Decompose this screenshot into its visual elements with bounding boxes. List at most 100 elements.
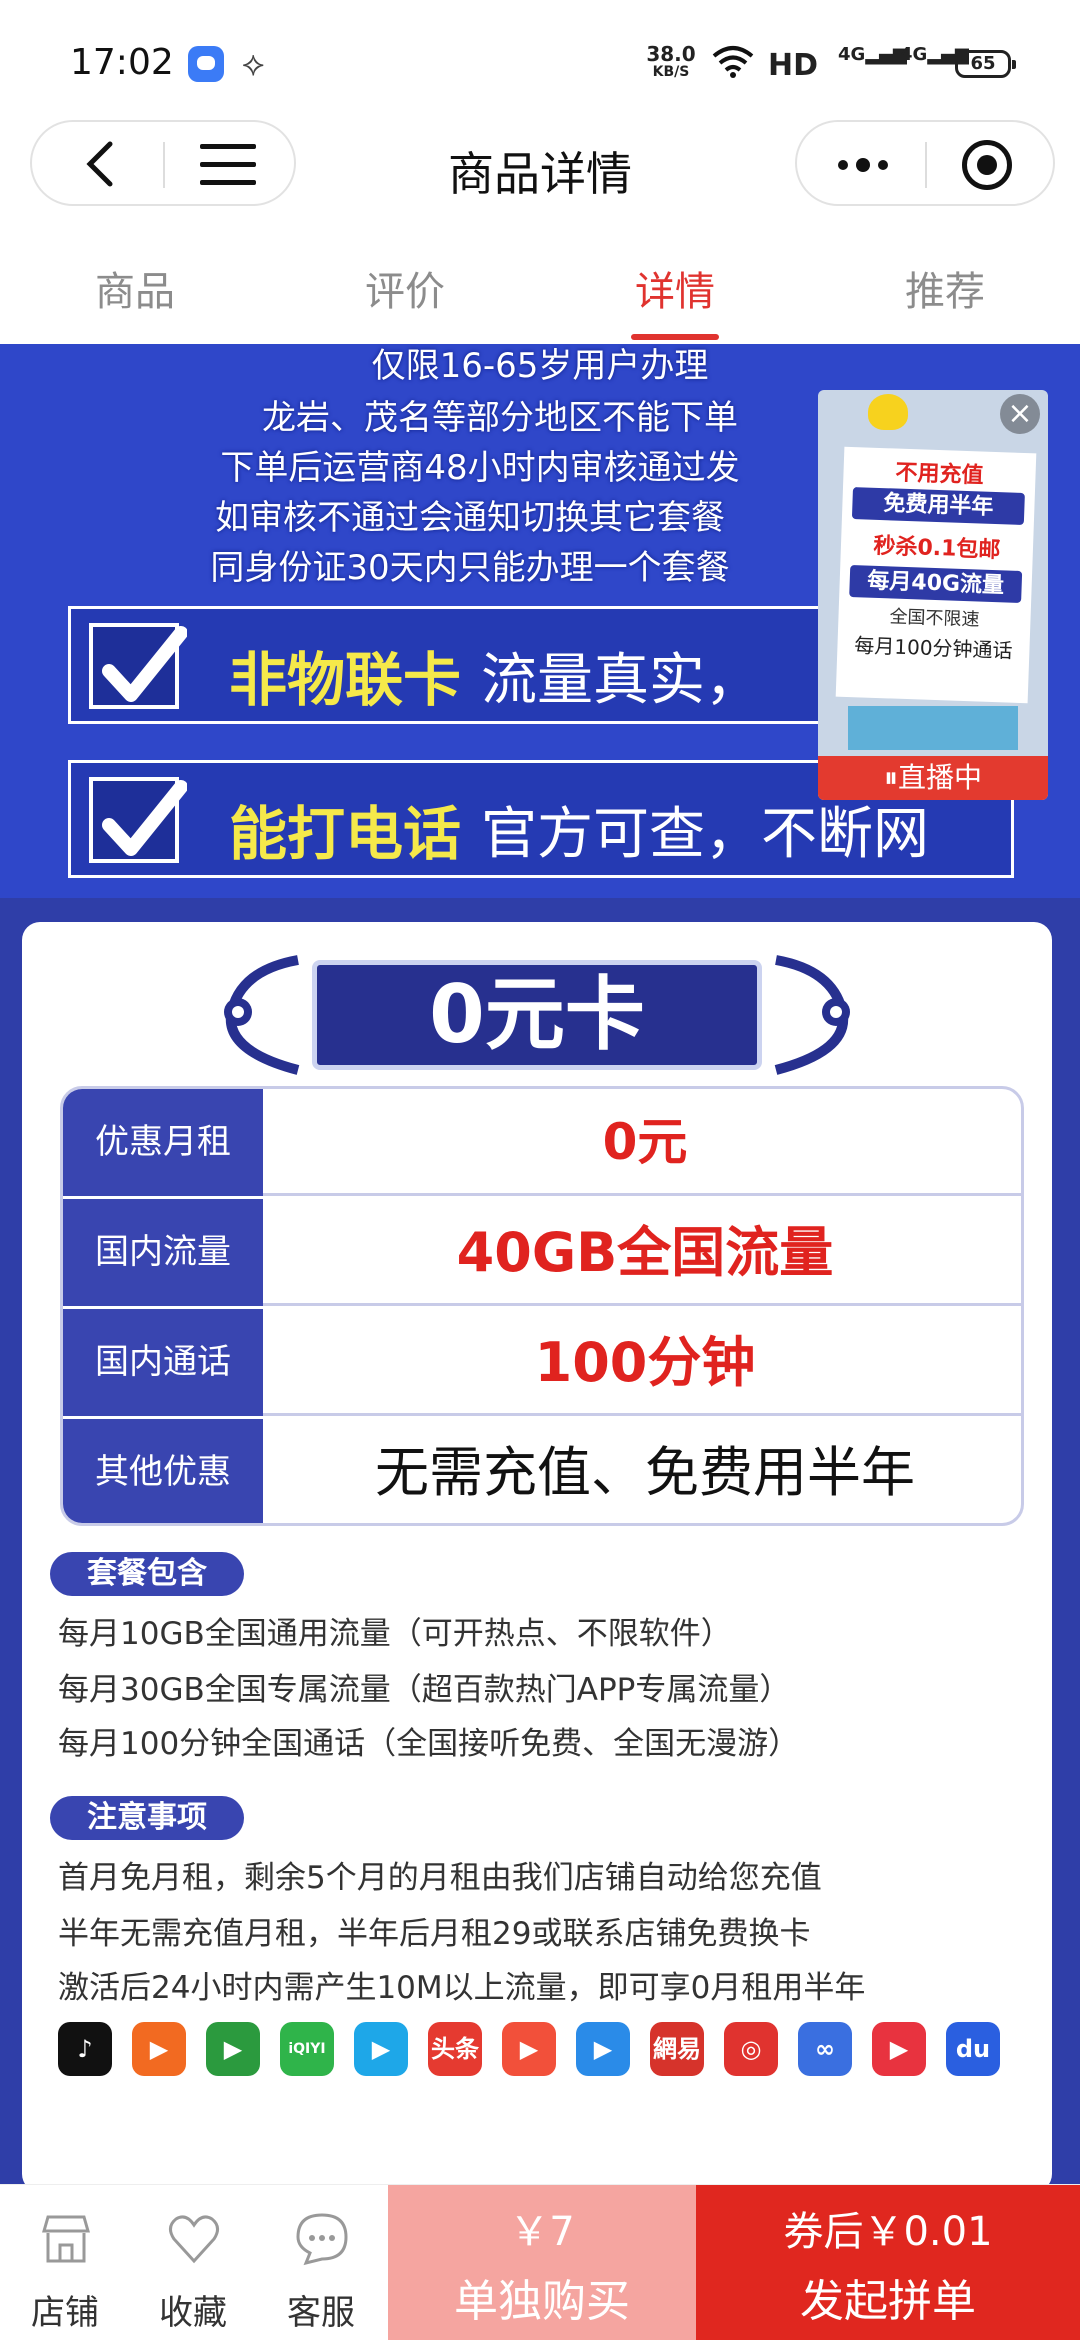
live-products [848,706,1018,750]
service-button[interactable]: 客服 [256,2185,386,2340]
status-bar: 17:02 ⟡ 38.0 KB/S HD 4G▂▄▆ 4G▂▄▆ 65 [0,0,1080,120]
tab-bar: 商品 评价 详情 推荐 [0,248,1080,344]
weibo-icon: ◎ [724,2022,778,2076]
single-price: ￥7 [509,2209,575,2255]
live-poster-line: 每月40G流量 [849,565,1023,603]
live-poster-line: 全国不限速 [889,606,980,631]
plan-title: 0元卡 [429,968,645,1061]
live-poster-line: 不用充值 [895,460,984,489]
group-label: 发起拼单 [800,2276,976,2327]
bottom-action-bar: 店铺 收藏 客服 ￥7 单独购买 券后￥0.01 发起拼单 [0,2184,1080,2340]
plan-spec-table: 优惠月租 0元 国内流量 40GB全国流量 国内通话 100分钟 其他优惠 无需… [60,1086,1024,1526]
shop-button[interactable]: 店铺 [0,2185,130,2340]
netease-icon: 網易 [650,2022,704,2076]
supported-apps: ♪ ▶ ▶ iQIYI ▶ 头条 ▶ ▶ 網易 ◎ ∞ ▶ du [58,2022,1018,2082]
plan-section: 0元卡 优惠月租 0元 国内流量 40GB全国流量 国内通话 100分钟 其他优… [0,898,1080,2184]
spec-value: 40GB全国流量 [456,1221,834,1284]
spec-value: 0元 [602,1113,688,1171]
duck-icon [868,394,908,430]
notes-line: 半年无需充值月租，半年后月租29或联系店铺免费换卡 [58,1916,811,1952]
live-stream-window[interactable]: × 不用充值 免费用半年 秒杀0.1包邮 每月40G流量 全国不限速 每月100… [818,390,1048,800]
signal-label-2: 4G [900,44,928,65]
notes-badge: 注意事项 [50,1796,244,1840]
group-buy-button[interactable]: 券后￥0.01 发起拼单 [696,2185,1080,2340]
music-icon: ▶ [872,2022,926,2076]
chat-icon [296,2213,348,2266]
check-text: 流量真实， [481,648,761,713]
hd-indicator: HD [768,48,819,83]
live-status[interactable]: ⏸直播中 [818,756,1048,800]
plan-heading: 0元卡 [202,944,872,1075]
spec-row: 国内流量 40GB全国流量 [63,1199,1021,1306]
shop-label: 店铺 [31,2293,99,2333]
signal-label-1: 4G [838,44,866,65]
detail-banner: 仅限16-65岁用户办理 龙岩、茂名等部分地区不能下单 下单后运营商48小时内审… [0,344,1080,898]
shop-icon [42,2215,90,2263]
kuaishou-icon: ▶ [132,2022,186,2076]
banner-line: 仅限16-65岁用户办理 [371,346,709,386]
spec-row: 优惠月租 0元 [63,1089,1021,1196]
check-highlight: 非物联卡 [229,646,462,714]
wifi-icon [712,44,754,82]
capsule-divider [925,142,927,188]
spec-label: 国内流量 [63,1199,263,1306]
spec-row: 其他优惠 无需充值、免费用半年 [63,1419,1021,1523]
close-miniprogram-icon[interactable] [962,140,1012,190]
buy-single-button[interactable]: ￥7 单独购买 [388,2185,696,2340]
nav-bar: 商品详情 [0,120,1080,248]
live-poster-line: 秒杀0.1包邮 [873,533,1001,564]
nav-right-capsule [795,120,1055,206]
live-poster-line: 每月100分钟通话 [853,633,1013,663]
package-badge: 套餐包含 [50,1552,244,1596]
spec-row: 国内通话 100分钟 [63,1309,1021,1416]
plan-card: 0元卡 优惠月租 0元 国内流量 40GB全国流量 国内通话 100分钟 其他优… [22,922,1052,2184]
notes-line: 激活后24小时内需产生10M以上流量，即可享0月租用半年 [58,1970,866,2006]
video-icon: ▶ [206,2022,260,2076]
live-icon: ⏸ [883,761,898,794]
notes-line: 首月免月租，剩余5个月的月租由我们店铺自动给您充值 [58,1860,822,1896]
more-icon[interactable] [833,158,893,172]
checkmark-icon [89,623,187,709]
douyin-icon: ♪ [58,2022,112,2076]
live-status-text: 直播中 [898,761,983,794]
package-line: 每月30GB全国专属流量（超百款热门APP专属流量） [58,1672,791,1708]
tab-reviews[interactable]: 评价 [270,248,540,344]
single-label: 单独购买 [454,2276,630,2327]
ornament-left-icon [224,955,300,1075]
link-icon: ∞ [798,2022,852,2076]
checkmark-icon [89,777,187,863]
group-price: 券后￥0.01 [783,2209,993,2255]
spec-label: 其他优惠 [63,1419,263,1523]
close-icon[interactable]: × [1000,394,1040,434]
detail-content[interactable]: 仅限16-65岁用户办理 龙岩、茂名等部分地区不能下单 下单后运营商48小时内审… [0,344,1080,2184]
check-highlight: 能打电话 [229,800,462,868]
tencent-video-icon: ▶ [576,2022,630,2076]
network-speed: 38.0 KB/S [646,44,696,80]
network-speed-unit: KB/S [652,64,690,80]
xigua-icon: ▶ [502,2022,556,2076]
spec-value: 无需充值、免费用半年 [375,1441,915,1504]
baidu-icon: du [946,2022,1000,2076]
tab-goods[interactable]: 商品 [0,248,270,344]
spec-label: 国内通话 [63,1309,263,1416]
spec-value: 100分钟 [534,1331,756,1394]
tab-recommend[interactable]: 推荐 [810,248,1080,344]
youku-icon: ▶ [354,2022,408,2076]
package-line: 每月10GB全国通用流量（可开热点、不限软件） [58,1616,732,1652]
package-line: 每月100分钟全国通话（全国接听免费、全国无漫游） [58,1726,800,1762]
iqiyi-icon: iQIYI [280,2022,334,2076]
network-speed-value: 38.0 [646,42,696,66]
live-poster-line: 免费用半年 [851,487,1025,526]
heart-icon [169,2215,219,2264]
check-text: 官方可查，不断网 [481,802,929,867]
battery-icon: 65 [955,50,1016,78]
favorite-label: 收藏 [159,2293,227,2333]
favorite-button[interactable]: 收藏 [128,2185,258,2340]
status-time: 17:02 [70,42,174,83]
tab-details[interactable]: 详情 [540,248,810,344]
live-poster: 不用充值 免费用半年 秒杀0.1包邮 每月40G流量 全国不限速 每月100分钟… [835,446,1037,704]
message-app-icon [188,46,224,82]
toutiao-icon: 头条 [428,2022,482,2076]
spec-label: 优惠月租 [63,1089,263,1196]
ornament-right-icon [774,955,850,1075]
